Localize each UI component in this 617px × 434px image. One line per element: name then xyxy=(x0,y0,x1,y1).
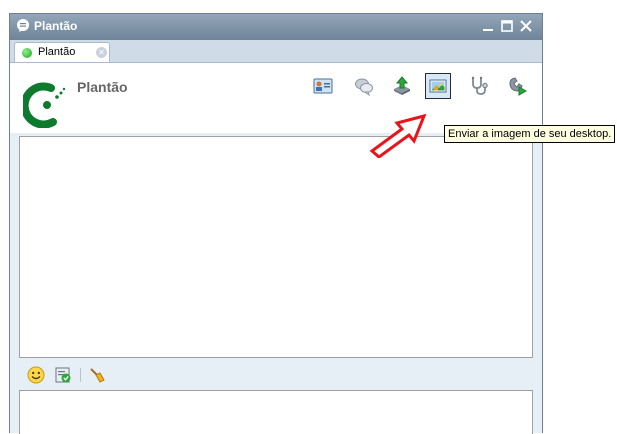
smiley-icon[interactable] xyxy=(27,366,45,384)
toolbar-divider xyxy=(80,368,81,382)
chat-bubbles-icon xyxy=(355,78,373,96)
tab-plantao[interactable]: Plantão ✕ xyxy=(14,42,110,62)
checklist-icon[interactable] xyxy=(54,366,72,384)
close-icon[interactable] xyxy=(518,18,534,34)
upload-file-icon xyxy=(394,76,410,95)
phone-call-button[interactable] xyxy=(504,73,530,99)
conversation-header: Plantão xyxy=(10,63,542,133)
contact-name: Plantão xyxy=(77,79,128,95)
tab-close-icon[interactable]: ✕ xyxy=(96,47,107,58)
tooltip: Enviar a imagem de seu desktop. xyxy=(444,125,616,143)
broom-icon[interactable] xyxy=(88,366,106,384)
contact-card-button[interactable] xyxy=(310,73,336,99)
window-title: Plantão xyxy=(34,19,78,33)
chat-bubbles-button[interactable] xyxy=(351,73,377,99)
upload-file-button[interactable] xyxy=(389,73,415,99)
online-status-icon xyxy=(22,48,32,58)
phone-call-icon xyxy=(509,77,527,96)
stethoscope-button[interactable] xyxy=(466,73,492,99)
chat-bubble-icon xyxy=(17,19,29,32)
input-toolbar xyxy=(19,362,533,388)
maximize-icon[interactable] xyxy=(499,18,515,34)
stethoscope-icon xyxy=(471,76,488,95)
chat-history-pane[interactable] xyxy=(19,136,533,358)
contact-card-icon xyxy=(313,78,333,94)
tab-strip: Plantão ✕ xyxy=(10,40,542,63)
minimize-icon[interactable] xyxy=(480,18,496,34)
send-desktop-image-button[interactable] xyxy=(425,73,451,99)
desktop-image-icon xyxy=(429,79,447,93)
message-input[interactable] xyxy=(19,390,533,434)
chat-window: Plantão Plantão ✕ Plantão xyxy=(9,13,543,434)
red-arrow-annotation xyxy=(369,113,427,158)
title-bar[interactable]: Plantão xyxy=(10,14,542,40)
signal-logo-icon xyxy=(23,82,66,128)
tab-label: Plantão xyxy=(38,46,76,58)
